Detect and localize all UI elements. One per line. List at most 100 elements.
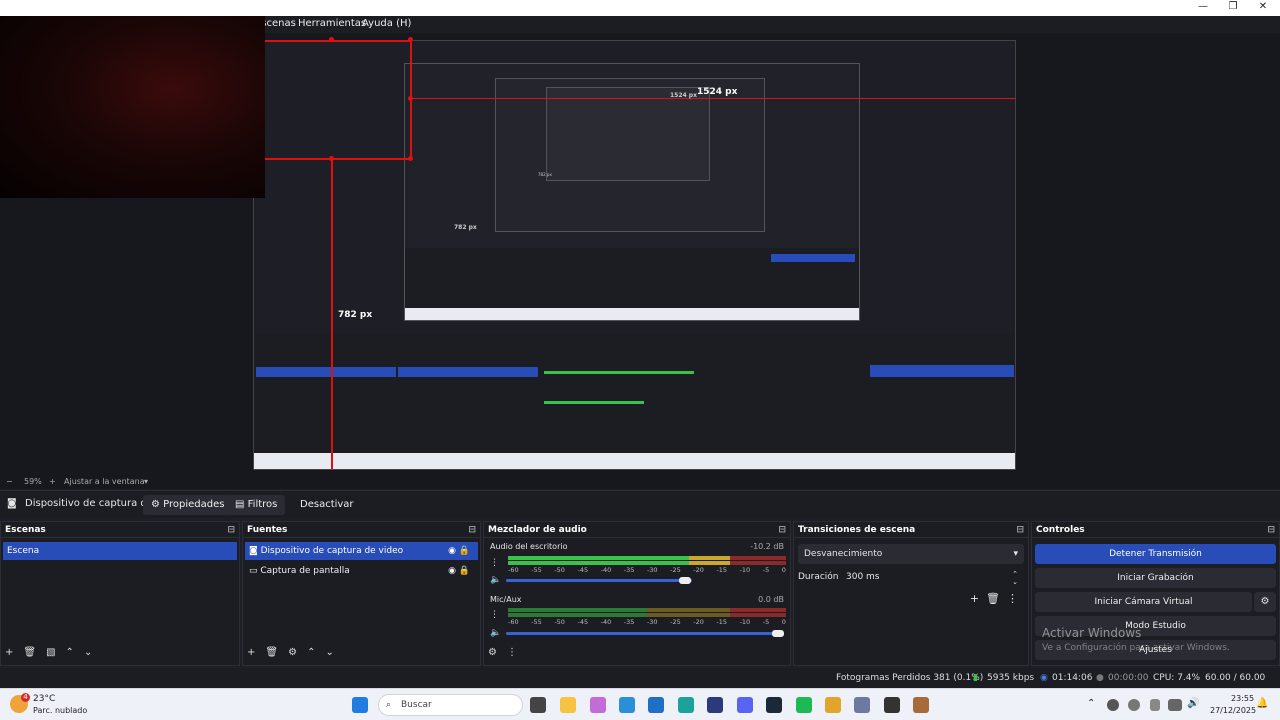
zoom-dropdown-icon[interactable]: ▾	[144, 477, 148, 486]
obs-icon[interactable]	[884, 697, 900, 713]
microphone-icon[interactable]	[1150, 699, 1160, 711]
minimize-button[interactable]: —	[1188, 0, 1218, 16]
app-icon[interactable]	[913, 697, 929, 713]
task-view-icon[interactable]	[530, 697, 546, 713]
undock-icon[interactable]: ⊟	[1016, 522, 1024, 538]
virtual-cam-settings-button[interactable]: ⚙	[1254, 592, 1276, 612]
rec-icon: ●	[1096, 673, 1104, 683]
weather-desc[interactable]: Parc. nublado	[33, 706, 87, 715]
close-button[interactable]: ✕	[1248, 0, 1278, 16]
clock-date[interactable]: 27/12/2025	[1210, 706, 1256, 715]
handle-right[interactable]	[408, 96, 413, 101]
audio-meter-desktop: -60 -55 -50 -45 -40 -35 -30 -25 -20 -15 -10 -5 0	[492, 556, 786, 578]
volume-knob-desktop[interactable]	[679, 577, 691, 584]
zoom-out-button[interactable]: −	[6, 477, 13, 486]
weather-temp[interactable]: 23°C	[33, 694, 55, 704]
properties-button[interactable]: ⚙ Propiedades	[143, 495, 233, 515]
transition-selected-value: Desvanecimiento	[804, 549, 883, 559]
more-icon[interactable]: ⋮	[507, 647, 517, 658]
undock-icon[interactable]: ⊟	[227, 522, 235, 538]
replica-source-selected	[398, 367, 538, 377]
tray-icon-obs[interactable]	[1107, 699, 1119, 711]
filters-button[interactable]: ▤ Filtros	[227, 495, 286, 515]
sources-title: Fuentes ⊟	[243, 522, 480, 538]
visibility-eye-icon[interactable]: ◉	[448, 562, 456, 580]
steam-icon[interactable]	[766, 697, 782, 713]
scene-item[interactable]: Escena	[3, 542, 237, 560]
nested-preview-level2	[495, 78, 765, 232]
outlook-icon[interactable]	[648, 697, 664, 713]
weather-badge: 4	[21, 693, 30, 702]
scenes-dock: Escenas ⊟ Escena + 🗑 ▧ ⌃ ⌄	[0, 521, 240, 666]
undock-icon[interactable]: ⊟	[1267, 522, 1275, 538]
volume-slider-desktop[interactable]	[506, 579, 692, 582]
nested-tiny-label: 782 px	[538, 172, 552, 177]
spinner-icon[interactable]: ⌃ ⌄	[1012, 570, 1018, 586]
discord-icon[interactable]	[737, 697, 753, 713]
visibility-eye-icon[interactable]: ◉	[448, 542, 456, 560]
add-icon[interactable]: +	[5, 647, 13, 658]
undock-icon[interactable]: ⊟	[468, 522, 476, 538]
volume-slider-mic[interactable]	[506, 632, 776, 635]
store-icon[interactable]	[619, 697, 635, 713]
lock-icon[interactable]: 🔒	[459, 542, 470, 560]
start-virtual-cam-button[interactable]: Iniciar Cámara Virtual	[1035, 592, 1252, 612]
start-recording-button[interactable]: Iniciar Grabación	[1035, 568, 1276, 588]
handle-top-right[interactable]	[408, 37, 413, 42]
volume-knob-mic[interactable]	[772, 630, 784, 637]
gear-icon[interactable]: ⚙	[288, 647, 297, 658]
zoom-in-button[interactable]: +	[49, 477, 56, 486]
maximize-button[interactable]: ❐	[1218, 0, 1248, 16]
move-down-icon[interactable]: ⌄	[84, 647, 92, 658]
source-label: Captura de pantalla	[260, 566, 350, 576]
volume-icon[interactable]: 🔊	[1187, 698, 1199, 709]
move-up-icon[interactable]: ⌃	[307, 647, 315, 658]
edge-icon[interactable]	[678, 697, 694, 713]
settings-app-icon[interactable]	[854, 697, 870, 713]
gear-icon: ⚙	[1260, 596, 1270, 607]
speaker-icon[interactable]: 🔈	[490, 628, 501, 638]
handle-bottom-right[interactable]	[408, 156, 413, 161]
duration-input[interactable]: 300 ms ⌃ ⌄	[840, 568, 1024, 586]
transition-select[interactable]: Desvanecimiento ▾	[798, 544, 1024, 564]
undock-icon[interactable]: ⊟	[778, 522, 786, 538]
zoom-fit-label[interactable]: Ajustar a la ventana	[64, 477, 145, 486]
taskbar-search[interactable]: ⌕ Buscar	[378, 694, 523, 716]
activate-windows-title: Activar Windows	[1042, 626, 1142, 640]
gear-icon[interactable]: ⚙	[488, 647, 497, 658]
chrome-icon[interactable]	[825, 697, 841, 713]
trash-icon[interactable]: 🗑	[986, 592, 1000, 605]
handle-bottom[interactable]	[329, 156, 334, 161]
lock-icon[interactable]: 🔒	[459, 562, 470, 580]
tray-icon-app[interactable]	[1128, 699, 1140, 711]
more-icon[interactable]: ⋮	[1007, 592, 1018, 605]
add-icon[interactable]: +	[247, 647, 255, 658]
menu-herramientas[interactable]: Herramientas	[298, 18, 366, 29]
trash-icon[interactable]: 🗑	[23, 647, 36, 658]
chevron-up-icon[interactable]: ⌃	[1087, 698, 1095, 709]
source-item-screen-capture[interactable]: ▭ Captura de pantalla ◉ 🔒	[245, 562, 478, 580]
network-icon[interactable]	[1168, 699, 1182, 711]
menu-ayuda[interactable]: Ayuda (H)	[362, 18, 411, 29]
spotify-icon[interactable]	[796, 697, 812, 713]
program-canvas[interactable]	[253, 40, 1016, 470]
notification-icon[interactable]: 🔔	[1256, 698, 1268, 709]
handle-top[interactable]	[329, 37, 334, 42]
filter-icon[interactable]: ▧	[46, 647, 55, 658]
copilot-icon[interactable]	[590, 697, 606, 713]
windows-start-icon[interactable]	[352, 697, 368, 713]
trash-icon[interactable]: 🗑	[265, 647, 278, 658]
activate-windows-subtitle: Ve a Configuración para activar Windows.	[1042, 643, 1230, 653]
stop-stream-button[interactable]: Detener Transmisión	[1035, 544, 1276, 564]
add-icon[interactable]: +	[970, 592, 979, 605]
file-explorer-icon[interactable]	[560, 697, 576, 713]
deactivate-button[interactable]: Desactivar	[292, 495, 362, 515]
nested-taskbar	[405, 306, 859, 320]
monitor-icon: ▭	[249, 566, 261, 576]
move-down-icon[interactable]: ⌄	[325, 647, 333, 658]
move-up-icon[interactable]: ⌃	[66, 647, 74, 658]
clock-time[interactable]: 23:55	[1231, 694, 1254, 703]
source-item-video-capture[interactable]: ◙ Dispositivo de captura de video ◉ 🔒	[245, 542, 478, 560]
speaker-icon[interactable]: 🔈	[490, 575, 501, 585]
vscode-icon[interactable]	[707, 697, 723, 713]
